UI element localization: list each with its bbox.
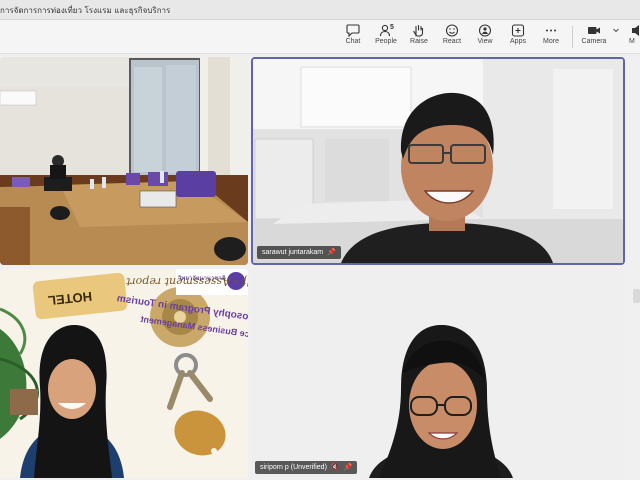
people-label: People bbox=[375, 38, 397, 45]
smiley-icon bbox=[445, 24, 459, 37]
apps-icon bbox=[511, 24, 525, 37]
apps-button[interactable]: Apps bbox=[501, 22, 535, 52]
side-panel-handle[interactable] bbox=[633, 289, 640, 303]
window-title: การจัดการการท่องเที่ยว โรงแรม และธุรกิจบ… bbox=[0, 6, 171, 15]
camera-options-button[interactable] bbox=[608, 22, 624, 52]
more-label: More bbox=[543, 38, 559, 45]
meeting-room-video bbox=[0, 57, 248, 265]
chevron-down-icon bbox=[613, 28, 619, 33]
meeting-toolbar: Chat 5 People Raise React View Apps More… bbox=[0, 20, 640, 54]
participant-name-tag: siriporn p (Unverified) 🔇 📌 bbox=[255, 461, 358, 474]
view-button[interactable]: View bbox=[468, 22, 502, 52]
chat-label: Chat bbox=[345, 38, 361, 45]
apps-label: Apps bbox=[510, 38, 526, 45]
title-bar: การจัดการการท่องเที่ยว โรงแรม และธุรกิจบ… bbox=[0, 0, 640, 20]
react-button[interactable]: React bbox=[435, 22, 469, 52]
video-tile-meeting-room[interactable] bbox=[0, 57, 248, 265]
siriporn-video bbox=[251, 269, 625, 478]
more-icon bbox=[546, 29, 556, 32]
view-icon bbox=[478, 24, 492, 37]
participant-name: sarawut juntarakam bbox=[262, 249, 324, 256]
hand-icon bbox=[413, 24, 424, 37]
mic-muted-icon: 🔇 bbox=[330, 464, 340, 471]
pin-icon: 📌 bbox=[327, 249, 336, 256]
camera-button[interactable]: Camera bbox=[577, 22, 611, 52]
video-tile-siriporn[interactable]: siriporn p (Unverified) 🔇 📌 bbox=[251, 269, 625, 478]
mic-label: M bbox=[629, 38, 635, 45]
pin-icon: 📌 bbox=[343, 464, 353, 471]
faculty-logo-text: วิทยาลัยนานาชาติ bbox=[178, 275, 226, 282]
react-label: React bbox=[442, 38, 462, 45]
raise-label: Raise bbox=[410, 38, 428, 45]
chat-icon bbox=[346, 24, 360, 37]
toolbar-divider bbox=[572, 26, 573, 48]
video-tile-virtual-background[interactable]: Self – Assessment report HOTEL Doctor of… bbox=[0, 269, 248, 478]
more-button[interactable]: More bbox=[534, 22, 568, 52]
sarawut-video bbox=[253, 59, 623, 263]
video-tile-sarawut[interactable]: sarawut juntarakam 📌 bbox=[251, 57, 625, 265]
raise-hand-button[interactable]: Raise bbox=[402, 22, 436, 52]
mic-button[interactable]: M bbox=[626, 22, 640, 52]
people-count: 5 bbox=[390, 24, 394, 31]
view-label: View bbox=[477, 38, 493, 45]
chat-button[interactable]: Chat bbox=[336, 22, 370, 52]
video-stage: sarawut juntarakam 📌 f – Assessment repo… bbox=[0, 55, 640, 480]
participant-name-tag: sarawut juntarakam 📌 bbox=[257, 246, 341, 259]
mic-icon bbox=[632, 25, 639, 36]
participant-name: siriporn p (Unverified) bbox=[260, 464, 327, 471]
camera-label: Camera bbox=[581, 38, 607, 45]
people-button[interactable]: 5 People bbox=[369, 22, 403, 52]
camera-icon bbox=[588, 27, 600, 34]
